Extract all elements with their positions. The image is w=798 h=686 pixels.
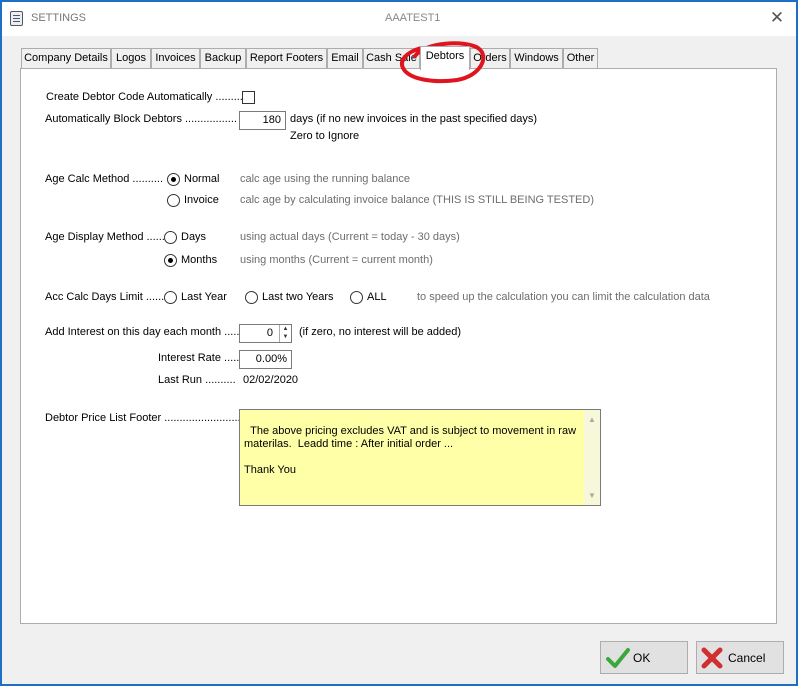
interest-day-desc: (if zero, no interest will be added) [299,326,462,338]
age-normal-desc: calc age using the running balance [240,173,411,185]
last-run-label: Last Run .......... [158,374,236,386]
interest-rate-label: Interest Rate ..... [158,352,240,364]
acc-last-year-radio[interactable] [164,291,177,304]
acc-calc-label: Acc Calc Days Limit ...... [45,291,165,303]
tab-other[interactable]: Other [563,48,598,68]
age-invoice-desc: calc age by calculating invoice balance … [240,194,594,206]
checkmark-icon [606,648,630,668]
age-invoice-radio[interactable] [167,194,180,207]
tab-logos[interactable]: Logos [111,48,151,68]
display-days-label: Days [181,231,207,243]
tab-orders[interactable]: Orders [470,48,510,68]
app-icon [10,11,23,26]
interest-day-value: 0 [266,327,273,339]
acc-last-two-years-label: Last two Years [262,291,334,303]
last-run-value: 02/02/2020 [243,374,299,386]
spinner-down-icon[interactable]: ▼ [280,333,291,341]
price-list-footer-textarea[interactable]: The above pricing excludes VAT and is su… [239,409,601,506]
tab-company-details[interactable]: Company Details [21,48,111,68]
acc-last-two-years-radio[interactable] [245,291,258,304]
age-calc-label: Age Calc Method .......... [45,173,163,185]
debtors-panel [20,68,777,624]
block-zero-hint: Zero to Ignore [290,130,360,142]
age-invoice-label: Invoice [184,194,219,206]
age-normal-radio[interactable] [167,173,180,186]
cross-icon [701,647,723,669]
price-list-footer-text: The above pricing excludes VAT and is su… [244,425,577,476]
interest-rate-input[interactable]: 0.00% [239,350,292,369]
create-debtor-code-label: Create Debtor Code Automatically .......… [46,91,243,103]
acc-calc-desc: to speed up the calculation you can limi… [417,291,710,303]
display-months-radio[interactable] [164,254,177,267]
interest-day-label: Add Interest on this day each month ....… [45,326,240,338]
acc-all-radio[interactable] [350,291,363,304]
textarea-scrollbar[interactable]: ▲ ▼ [584,410,600,505]
ok-button[interactable]: OK [600,641,688,674]
close-icon[interactable]: ✕ [768,9,786,27]
cancel-label: Cancel [728,651,766,665]
tab-debtors[interactable]: Debtors [420,46,470,70]
tab-backup[interactable]: Backup [200,48,246,68]
tab-report-footers[interactable]: Report Footers [246,48,327,68]
price-list-footer-label: Debtor Price List Footer ...............… [45,412,244,424]
cancel-button[interactable]: Cancel [696,641,784,674]
window-title: SETTINGS [31,12,87,24]
display-days-desc: using actual days (Current = today - 30 … [240,231,460,243]
display-months-desc: using months (Current = current month) [240,254,433,266]
company-name: AAATEST1 [385,12,441,24]
tab-windows[interactable]: Windows [510,48,563,68]
age-normal-label: Normal [184,173,220,185]
title-bar: SETTINGS AAATEST1 ✕ [2,2,796,36]
tab-invoices[interactable]: Invoices [151,48,200,68]
ok-label: OK [633,651,651,665]
scroll-down-icon[interactable]: ▼ [588,489,596,502]
tab-email[interactable]: Email [327,48,363,68]
display-days-radio[interactable] [164,231,177,244]
block-days-input[interactable]: 180 [239,111,286,130]
block-days-suffix: days (if no new invoices in the past spe… [290,113,538,125]
display-months-label: Months [181,254,218,266]
spinner-up-icon[interactable]: ▲ [280,325,291,333]
tab-cash-sale[interactable]: Cash Sale [363,48,420,68]
interest-day-spinner[interactable]: ▲ ▼ [279,325,291,342]
create-debtor-code-checkbox[interactable] [242,91,255,104]
acc-last-year-label: Last Year [181,291,227,303]
acc-all-label: ALL [367,291,387,303]
auto-block-label: Automatically Block Debtors ............… [45,113,237,125]
scroll-up-icon[interactable]: ▲ [588,413,596,426]
interest-day-input[interactable]: 0 ▲ ▼ [239,324,292,343]
age-display-label: Age Display Method ...... [45,231,165,243]
